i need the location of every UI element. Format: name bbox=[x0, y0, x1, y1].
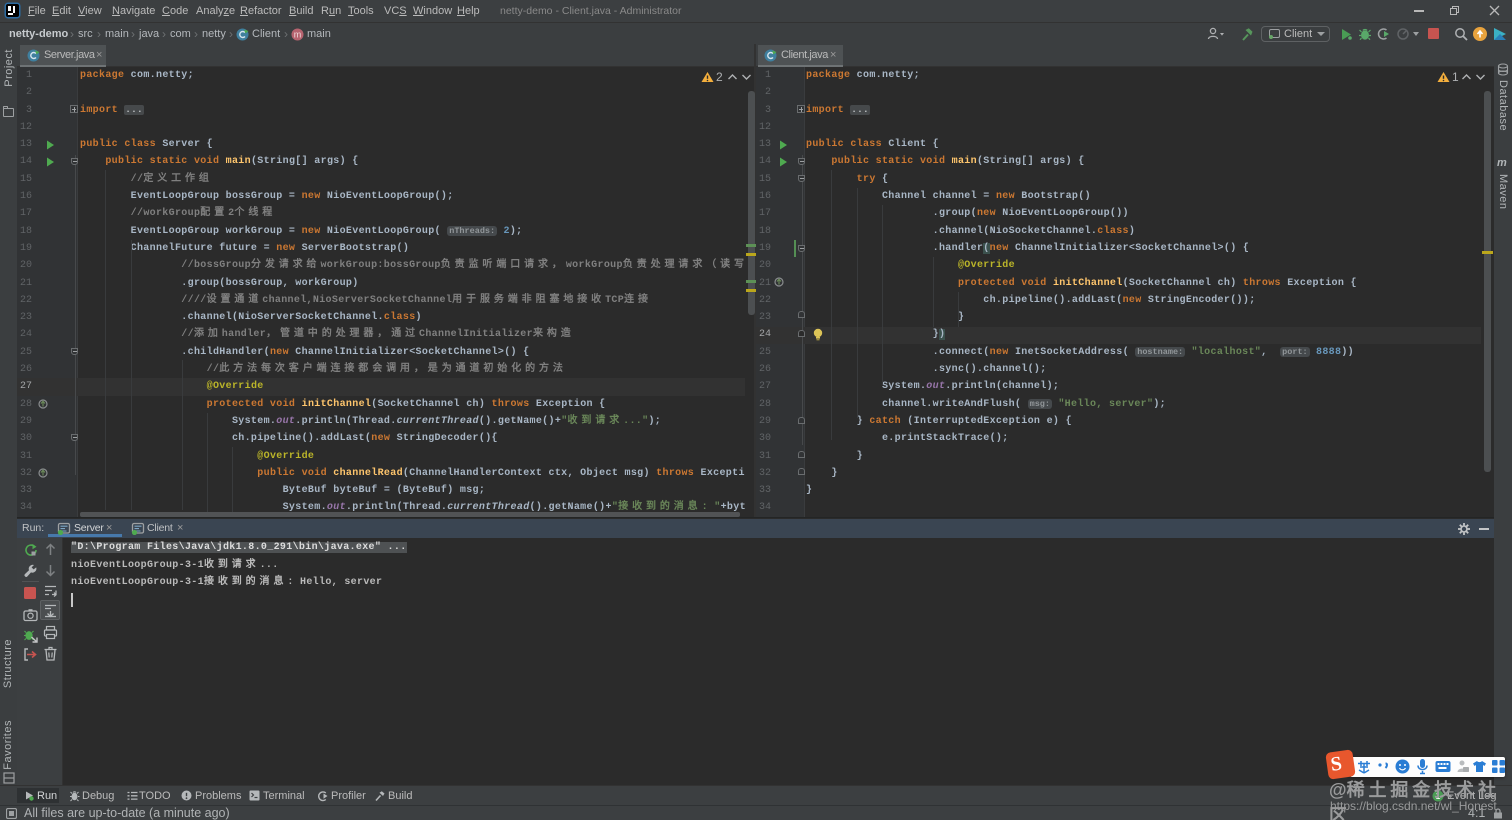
svg-text:m: m bbox=[294, 30, 302, 40]
